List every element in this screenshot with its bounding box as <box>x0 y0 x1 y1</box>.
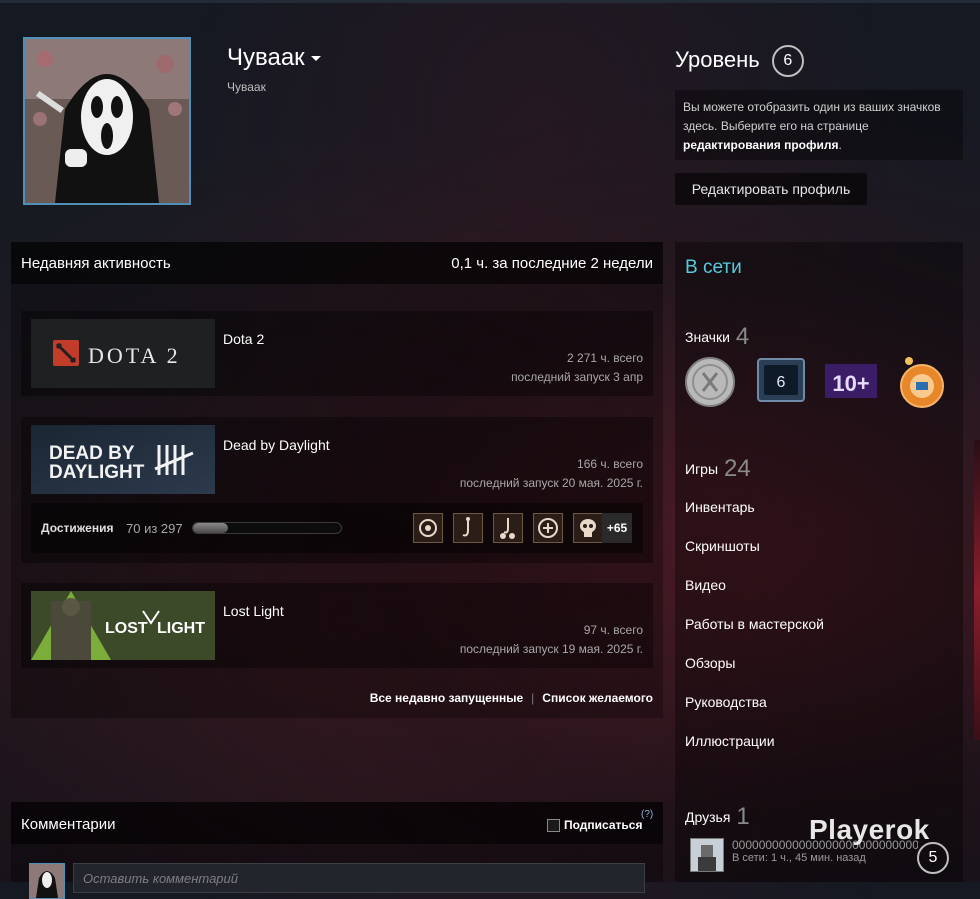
dota2-logo: DOTA 2 <box>31 319 215 388</box>
friend-status: В сети: 1 ч., 45 мин. назад <box>732 852 866 864</box>
all-recent-link[interactable]: Все недавно запущенные <box>370 691 523 705</box>
level-label: Уровень <box>675 46 760 72</box>
achievement-icon[interactable] <box>413 513 443 543</box>
artwork-link[interactable]: Иллюстрации <box>685 733 775 749</box>
top-border <box>0 0 980 3</box>
profile-avatar[interactable] <box>23 37 191 205</box>
game-hours: 97 ч. всего <box>583 623 643 637</box>
help-icon[interactable]: (?) <box>641 809 653 820</box>
videos-link[interactable]: Видео <box>685 577 726 593</box>
game-last-played: последний запуск 20 мая. 2025 г. <box>459 476 643 490</box>
friends-section[interactable]: Друзья 1 <box>685 803 750 831</box>
level-6-badge-icon[interactable]: 6 <box>755 355 809 409</box>
friend-avatar[interactable] <box>690 838 724 872</box>
dbd-text-2: DAYLIGHT <box>49 462 145 483</box>
workshop-link[interactable]: Работы в мастерской <box>685 616 824 632</box>
background-art-edge <box>974 440 980 740</box>
game-row-lostlight: LOST LIGHT Lost Light 97 ч. всего послед… <box>21 583 653 668</box>
game-capsule-dota2[interactable]: DOTA 2 <box>31 319 215 388</box>
achievement-icon[interactable] <box>453 513 483 543</box>
achievements-more[interactable]: +65 <box>602 513 632 543</box>
subscribe-checkbox[interactable] <box>547 819 560 833</box>
friend-level-badge: 5 <box>917 842 949 874</box>
persona-name-text: Чуваак <box>227 44 305 71</box>
reviews-link[interactable]: Обзоры <box>685 655 736 671</box>
game-row-dbd: DEAD BY DAYLIGHT Dead by Daylight 166 ч.… <box>21 417 653 563</box>
level-badge[interactable]: 6 <box>771 45 804 77</box>
lost-light-text-2: LIGHT <box>157 620 205 637</box>
game-last-played: последний запуск 3 апр <box>511 370 643 384</box>
featured-badge-hint: Вы можете отобразить один из ваших значк… <box>675 90 963 160</box>
game-name[interactable]: Dota 2 <box>223 331 264 347</box>
badge-icon[interactable] <box>683 355 737 409</box>
steam-award-badge-icon[interactable] <box>895 355 949 409</box>
dbd-logo: DEAD BY DAYLIGHT <box>31 425 215 494</box>
comment-input[interactable]: Оставить комментарий <box>73 863 645 893</box>
games-count: 24 <box>724 455 751 482</box>
subscribe-toggle[interactable]: Подписаться <box>547 818 643 833</box>
lost-light-logo: LOST LIGHT <box>31 591 215 660</box>
years-badge-text: 10+ <box>832 371 869 396</box>
friends-label: Друзья <box>685 809 731 825</box>
edit-profile-button[interactable]: Редактировать профиль <box>675 173 867 205</box>
screenshots-link[interactable]: Скриншоты <box>685 538 760 554</box>
badges-label: Значки <box>685 329 730 345</box>
friends-count: 1 <box>736 803 750 830</box>
lost-light-text-1: LOST <box>105 620 148 637</box>
level-6-badge-text: 6 <box>777 374 786 391</box>
persona-name[interactable]: Чуваак <box>227 44 321 72</box>
game-name[interactable]: Lost Light <box>223 603 284 619</box>
comments-panel: Комментарии Подписаться (?) Оставить ком… <box>11 802 663 899</box>
online-status: В сети <box>685 257 742 278</box>
link-separator: | <box>531 691 535 705</box>
games-section[interactable]: Игры 24 <box>685 455 751 483</box>
achievement-icon[interactable] <box>533 513 563 543</box>
subscribe-label: Подписаться <box>564 818 643 832</box>
badges-section[interactable]: Значки 4 <box>685 323 749 351</box>
profile-sidebar: В сети Значки 4 6 10+ Игры 24 Инвентарь Ск… <box>675 242 963 882</box>
achievements-bar[interactable]: Достижения 70 из 297 +65 <box>31 503 643 553</box>
comments-title: Комментарии <box>21 816 116 833</box>
games-label: Игры <box>685 461 719 477</box>
watermark-logo: Playerok <box>809 814 930 845</box>
years-badge-icon[interactable]: 10+ <box>823 355 879 409</box>
recent-hours-summary: 0,1 ч. за последние 2 недели <box>451 255 653 272</box>
chevron-down-icon[interactable] <box>310 56 321 62</box>
recent-activity-title: Недавняя активность <box>21 255 171 272</box>
level-block: Уровень 6 <box>675 45 804 77</box>
avatar-image <box>25 39 189 203</box>
game-last-played: последний запуск 19 мая. 2025 г. <box>459 642 643 656</box>
edit-profile-link[interactable]: редактирования профиля <box>683 138 838 152</box>
achievement-icon[interactable] <box>573 513 603 543</box>
recent-activity-header: Недавняя активность 0,1 ч. за последние … <box>11 242 663 284</box>
badge-hint-end: . <box>838 138 842 152</box>
recent-links: Все недавно запущенные | Список желаемого <box>370 691 653 705</box>
dbd-text-1: DEAD BY <box>49 443 135 464</box>
badge-hint-text: Вы можете отобразить один из ваших значк… <box>683 100 941 133</box>
achievements-label: Достижения <box>41 521 114 535</box>
real-name: Чуваак <box>227 80 266 94</box>
game-name[interactable]: Dead by Daylight <box>223 437 330 453</box>
comments-header: Комментарии Подписаться (?) <box>11 802 663 844</box>
commenter-avatar <box>29 863 65 899</box>
achievements-progress <box>192 522 342 534</box>
achievements-count: 70 из 297 <box>126 521 183 536</box>
achievement-icon[interactable] <box>493 513 523 543</box>
inventory-link[interactable]: Инвентарь <box>685 499 755 515</box>
wishlist-link[interactable]: Список желаемого <box>542 691 653 705</box>
game-capsule-dbd[interactable]: DEAD BY DAYLIGHT <box>31 425 215 494</box>
badges-count: 4 <box>735 323 750 350</box>
recent-activity-panel: Недавняя активность 0,1 ч. за последние … <box>11 242 663 718</box>
game-hours: 2 271 ч. всего <box>567 351 643 365</box>
game-hours: 166 ч. всего <box>577 457 643 471</box>
guides-link[interactable]: Руководства <box>685 694 767 710</box>
dota2-capsule-text: DOTA 2 <box>88 343 181 368</box>
game-capsule-lostlight[interactable]: LOST LIGHT <box>31 591 215 660</box>
game-row-dota2: DOTA 2 Dota 2 2 271 ч. всего последний з… <box>21 311 653 396</box>
achievements-progress-fill <box>193 523 228 533</box>
